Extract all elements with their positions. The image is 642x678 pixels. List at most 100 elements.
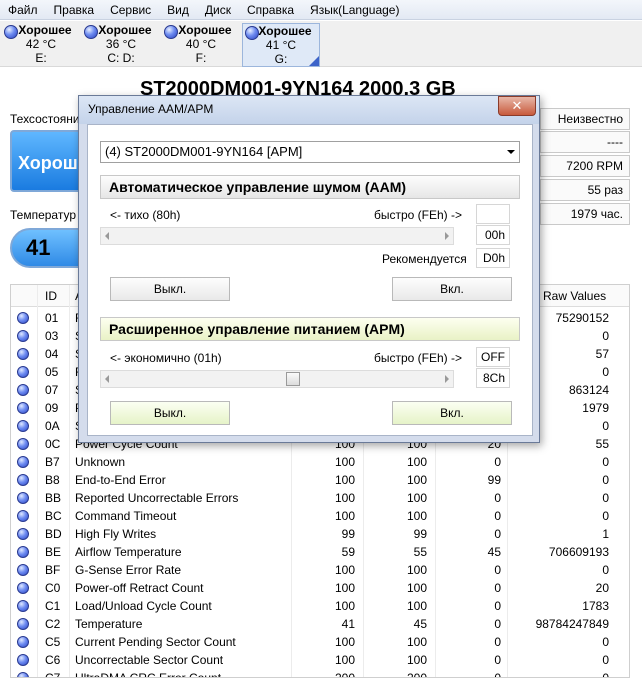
aam-off-button[interactable]: Выкл.	[110, 277, 230, 301]
cell-id: 0C	[45, 437, 61, 451]
table-row[interactable]: BB Reported Uncorrectable Errors 100 100 0 0	[11, 489, 629, 507]
dialog-titlebar[interactable]: Управление AAM/APM	[79, 96, 539, 124]
dialog-body: (4) ST2000DM001-9YN164 [APM] Автоматичес…	[87, 124, 533, 436]
cell-raw: 20	[595, 581, 609, 595]
cell-raw: 1	[602, 527, 609, 541]
table-row[interactable]: BD High Fly Writes 99 99 0 1	[11, 525, 629, 543]
drive-select[interactable]: (4) ST2000DM001-9YN164 [APM]	[100, 141, 520, 163]
menu-item[interactable]: Файл	[0, 0, 46, 20]
status-ball-icon	[17, 312, 29, 324]
apm-on-button[interactable]: Вкл.	[392, 401, 512, 425]
cell-raw: 0	[602, 635, 609, 649]
status-ball-icon	[17, 546, 29, 558]
cell-raw: 0	[602, 491, 609, 505]
apm-slider[interactable]	[100, 370, 454, 388]
menu-item[interactable]: Язык(Language)	[302, 0, 407, 20]
table-row[interactable]: C7 UltraDMA CRC Error Count 200 200 0 0	[11, 669, 629, 678]
cell-id: BE	[45, 545, 62, 559]
aam-target-value	[476, 204, 510, 224]
cell-thr: 99	[487, 473, 501, 487]
cell-cur: 100	[334, 509, 355, 523]
cell-thr: 0	[494, 527, 501, 541]
status-ball-icon	[17, 654, 29, 666]
cell-name: Current Pending Sector Count	[75, 635, 236, 649]
drive-tab-g[interactable]: Хорошее 41 °C G:	[242, 23, 320, 67]
table-row[interactable]: BC Command Timeout 100 100 0 0	[11, 507, 629, 525]
menu-item[interactable]: Сервис	[102, 0, 159, 20]
apm-left-label: <- экономично (01h)	[110, 351, 222, 365]
drive-tab-f[interactable]: Хорошее 40 °C F:	[162, 23, 240, 67]
cell-raw: 0	[602, 671, 609, 678]
cell-name: Power-off Retract Count	[75, 581, 204, 595]
dialog-title: Управление AAM/APM	[88, 102, 214, 116]
table-row[interactable]: C1 Load/Unload Cycle Count 100 100 0 1783	[11, 597, 629, 615]
status-ball-icon	[245, 26, 259, 40]
table-row[interactable]: C2 Temperature 41 45 0 98784247849	[11, 615, 629, 633]
cell-id: 03	[45, 329, 59, 343]
table-row[interactable]: B8 End-to-End Error 100 100 99 0	[11, 471, 629, 489]
aam-apm-dialog: Управление AAM/APM ✕ (4) ST2000DM001-9YN…	[78, 95, 540, 443]
aam-recommended-value: D0h	[476, 248, 510, 268]
cell-worst: 100	[406, 455, 427, 469]
drive-tab-cd[interactable]: Хорошее 36 °C C: D:	[82, 23, 160, 67]
cell-raw: 0	[602, 473, 609, 487]
temperature-value: 41 °C	[10, 228, 82, 268]
status-ball-icon	[17, 456, 29, 468]
apm-right-label: быстро (FEh) ->	[374, 351, 463, 365]
health-status-button[interactable]: Хороше	[10, 130, 82, 192]
temperature-label: Температур	[10, 208, 77, 222]
cell-cur: 100	[334, 635, 355, 649]
status-ball-icon	[17, 492, 29, 504]
aam-on-button[interactable]: Вкл.	[392, 277, 512, 301]
apm-slider-thumb[interactable]	[286, 372, 300, 386]
drive-temp: 40 °C	[185, 37, 217, 51]
menu-item[interactable]: Вид	[159, 0, 197, 20]
column-id[interactable]: ID	[45, 285, 57, 307]
cell-id: 07	[45, 383, 59, 397]
cell-id: C0	[45, 581, 61, 595]
cell-raw: 98784247849	[535, 617, 609, 631]
aam-section-header: Автоматическое управление шумом (AAM)	[100, 175, 520, 199]
aam-current-value: 00h	[476, 225, 510, 245]
status-ball-icon	[17, 636, 29, 648]
cell-name: G-Sense Error Rate	[75, 563, 182, 577]
cell-name: Load/Unload Cycle Count	[75, 599, 212, 613]
apm-section-header: Расширенное управление питанием (APM)	[100, 317, 520, 341]
cell-id: 0A	[45, 419, 60, 433]
power-on-count-value: 55 раз	[540, 179, 630, 201]
drive-temp: 36 °C	[105, 37, 137, 51]
cell-cur: 59	[341, 545, 355, 559]
aam-slider[interactable]	[100, 227, 454, 245]
cell-thr: 0	[494, 581, 501, 595]
cell-id: C2	[45, 617, 61, 631]
cell-thr: 0	[494, 653, 501, 667]
drive-temp: 42 °C	[25, 37, 57, 51]
cell-thr: 0	[494, 455, 501, 469]
cell-cur: 100	[334, 563, 355, 577]
table-row[interactable]: C5 Current Pending Sector Count 100 100 0 0	[11, 633, 629, 651]
chevron-down-icon	[507, 150, 515, 154]
menu-item[interactable]: Справка	[239, 0, 302, 20]
column-raw-values[interactable]: Raw Values	[543, 285, 606, 307]
menu-item[interactable]: Диск	[197, 0, 239, 20]
table-row[interactable]: BE Airflow Temperature 59 55 45 706609193	[11, 543, 629, 561]
cell-name: End-to-End Error	[75, 473, 166, 487]
status-ball-icon	[17, 672, 29, 677]
cell-id: BC	[45, 509, 62, 523]
aam-recommended-label: Рекомендуется	[382, 252, 467, 266]
cell-thr: 0	[494, 599, 501, 613]
cell-id: B8	[45, 473, 60, 487]
drive-tab-e[interactable]: Хорошее 42 °C E:	[2, 23, 80, 67]
cell-cur: 99	[341, 527, 355, 541]
cell-cur: 41	[341, 617, 355, 631]
menu-item[interactable]: Правка	[46, 0, 103, 20]
close-button[interactable]: ✕	[498, 96, 536, 116]
cell-raw: 0	[602, 455, 609, 469]
table-row[interactable]: BF G-Sense Error Rate 100 100 0 0	[11, 561, 629, 579]
apm-off-button[interactable]: Выкл.	[110, 401, 230, 425]
cell-worst: 100	[406, 491, 427, 505]
table-row[interactable]: C6 Uncorrectable Sector Count 100 100 0 0	[11, 651, 629, 669]
table-row[interactable]: C0 Power-off Retract Count 100 100 0 20	[11, 579, 629, 597]
table-row[interactable]: B7 Unknown 100 100 0 0	[11, 453, 629, 471]
drive-letter: E:	[35, 51, 47, 65]
